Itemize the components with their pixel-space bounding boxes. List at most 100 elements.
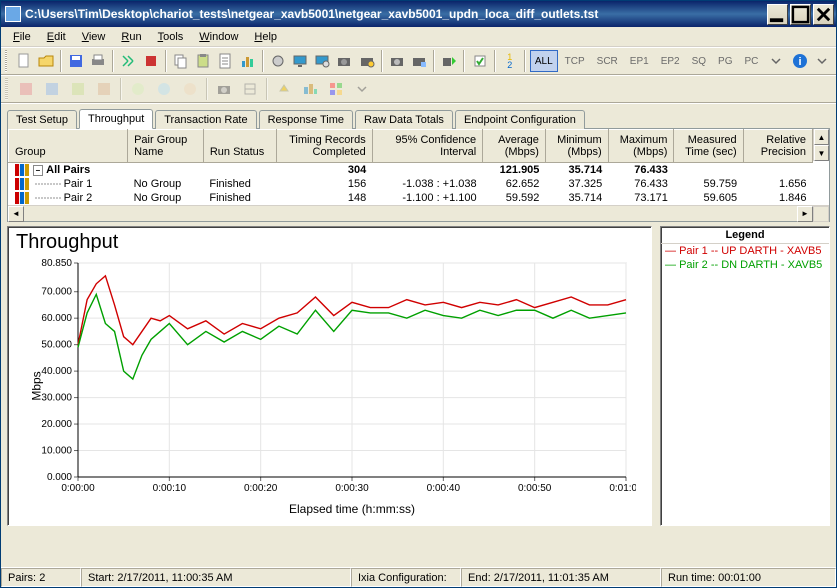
col-confidence[interactable]: 95% Confidence Interval xyxy=(372,130,482,163)
separator-icon xyxy=(120,78,122,100)
menu-view[interactable]: View xyxy=(74,29,114,45)
tool2-k-icon[interactable] xyxy=(298,78,322,100)
menu-file[interactable]: File xyxy=(5,29,39,45)
camera-gear-icon[interactable] xyxy=(357,50,377,72)
paste-icon[interactable] xyxy=(193,50,213,72)
menu-run[interactable]: Run xyxy=(113,29,149,45)
table-row[interactable]: Pair 2 No Group Finished 148 -1.100 : +1… xyxy=(9,191,813,205)
scroll-right-icon[interactable]: ► xyxy=(797,206,813,222)
filter-ep1-button[interactable]: EP1 xyxy=(625,50,654,72)
menu-tools[interactable]: Tools xyxy=(150,29,192,45)
separator-icon xyxy=(206,78,208,100)
menu-window[interactable]: Window xyxy=(191,29,246,45)
filter-sq-button[interactable]: SQ xyxy=(687,50,711,72)
tool2-d-icon[interactable] xyxy=(92,78,116,100)
svg-text:0:00:50: 0:00:50 xyxy=(518,483,552,494)
grid-horizontal-scrollbar[interactable]: ◄ ► xyxy=(8,205,829,221)
tool2-c-icon[interactable] xyxy=(66,78,90,100)
separator-icon xyxy=(463,50,465,72)
run-icon[interactable] xyxy=(118,50,138,72)
grid-panel: Group Pair Group Name Run Status Timing … xyxy=(7,128,830,222)
app-icon xyxy=(5,6,21,22)
col-group[interactable]: Group xyxy=(9,130,128,163)
menu-edit[interactable]: Edit xyxy=(39,29,74,45)
col-run-status[interactable]: Run Status xyxy=(203,130,277,163)
tool2-g-icon[interactable] xyxy=(178,78,202,100)
tool2-a-icon[interactable] xyxy=(14,78,38,100)
menu-help[interactable]: Help xyxy=(246,29,285,45)
tab-test-setup[interactable]: Test Setup xyxy=(7,110,77,129)
filter-all-button[interactable]: ALL xyxy=(530,50,558,72)
minimize-button[interactable] xyxy=(767,4,788,25)
filter-ep2-button[interactable]: EP2 xyxy=(656,50,685,72)
tool2-i-icon[interactable] xyxy=(238,78,262,100)
col-minimum[interactable]: Minimum (Mbps) xyxy=(545,130,608,163)
tab-endpoint-config[interactable]: Endpoint Configuration xyxy=(455,110,585,129)
tool2-f-icon[interactable] xyxy=(152,78,176,100)
chevron-down-icon[interactable] xyxy=(350,78,374,100)
separator-icon xyxy=(266,78,268,100)
camera2-icon[interactable] xyxy=(387,50,407,72)
settings-icon[interactable] xyxy=(268,50,288,72)
camera-sliders-icon[interactable] xyxy=(409,50,429,72)
separator-icon xyxy=(165,50,167,72)
tool2-h-icon[interactable] xyxy=(212,78,236,100)
tab-response-time[interactable]: Response Time xyxy=(259,110,353,129)
tab-throughput[interactable]: Throughput xyxy=(79,109,153,129)
monitor-icon[interactable] xyxy=(290,50,310,72)
legend-item[interactable]: — Pair 2 -- DN DARTH - XAVB5 xyxy=(661,258,829,272)
monitor-gear-icon[interactable] xyxy=(312,50,332,72)
toolbar-grip[interactable] xyxy=(5,50,7,72)
chevron-down-icon[interactable] xyxy=(812,50,832,72)
tool2-b-icon[interactable] xyxy=(40,78,64,100)
legend-item[interactable]: — Pair 1 -- UP DARTH - XAVB5 xyxy=(661,244,829,258)
separator-icon xyxy=(494,50,496,72)
col-maximum[interactable]: Maximum (Mbps) xyxy=(608,130,674,163)
open-folder-icon[interactable] xyxy=(36,50,56,72)
status-end: End: 2/17/2011, 11:01:35 AM xyxy=(461,568,661,587)
chevron-down-icon[interactable] xyxy=(765,50,785,72)
camera-icon[interactable] xyxy=(334,50,354,72)
chart-icon[interactable] xyxy=(237,50,257,72)
filter-scr-button[interactable]: SCR xyxy=(592,50,623,72)
toolbar-grip[interactable] xyxy=(5,78,8,100)
halves-icon[interactable]: 12 xyxy=(500,50,520,72)
col-timing-records[interactable]: Timing Records Completed xyxy=(277,130,372,163)
tool2-j-icon[interactable] xyxy=(272,78,296,100)
col-precision[interactable]: Relative Precision xyxy=(743,130,812,163)
filter-pg-button[interactable]: PG xyxy=(713,50,737,72)
col-pair-group-name[interactable]: Pair Group Name xyxy=(128,130,204,163)
tree-line-icon xyxy=(35,192,61,204)
table-row[interactable]: Pair 1 No Group Finished 156 -1.038 : +1… xyxy=(9,177,813,191)
tab-transaction-rate[interactable]: Transaction Rate xyxy=(155,110,256,129)
tool2-e-icon[interactable] xyxy=(126,78,150,100)
filter-tcp-button[interactable]: TCP xyxy=(560,50,590,72)
stop-icon[interactable] xyxy=(141,50,161,72)
separator-icon xyxy=(60,50,62,72)
mark-icon[interactable] xyxy=(469,50,489,72)
copy-icon[interactable] xyxy=(171,50,191,72)
info-icon[interactable]: i xyxy=(790,50,810,72)
scroll-down-icon[interactable]: ▼ xyxy=(814,145,829,161)
svg-text:0:00:10: 0:00:10 xyxy=(153,483,187,494)
export-icon[interactable] xyxy=(439,50,459,72)
tab-raw-data-totals[interactable]: Raw Data Totals xyxy=(355,110,453,129)
save-icon[interactable] xyxy=(66,50,86,72)
books-icon xyxy=(15,178,29,190)
document-icon[interactable] xyxy=(215,50,235,72)
table-row[interactable]: −All Pairs 304 121.905 35.714 76.433 xyxy=(9,163,813,178)
col-average[interactable]: Average (Mbps) xyxy=(483,130,546,163)
scroll-left-icon[interactable]: ◄ xyxy=(8,206,24,222)
filter-pc-button[interactable]: PC xyxy=(740,50,764,72)
new-file-icon[interactable] xyxy=(13,50,33,72)
print-icon[interactable] xyxy=(88,50,108,72)
col-measured[interactable]: Measured Time (sec) xyxy=(674,130,743,163)
scroll-up-icon[interactable]: ▲ xyxy=(814,129,829,145)
maximize-button[interactable] xyxy=(790,4,811,25)
tool2-l-icon[interactable] xyxy=(324,78,348,100)
grid-vertical-scrollbar[interactable]: ▲ ▼ xyxy=(813,129,829,161)
status-ixia: Ixia Configuration: xyxy=(351,568,461,587)
collapse-icon[interactable]: − xyxy=(33,165,44,176)
close-button[interactable] xyxy=(813,4,834,25)
svg-text:30.000: 30.000 xyxy=(41,393,72,404)
